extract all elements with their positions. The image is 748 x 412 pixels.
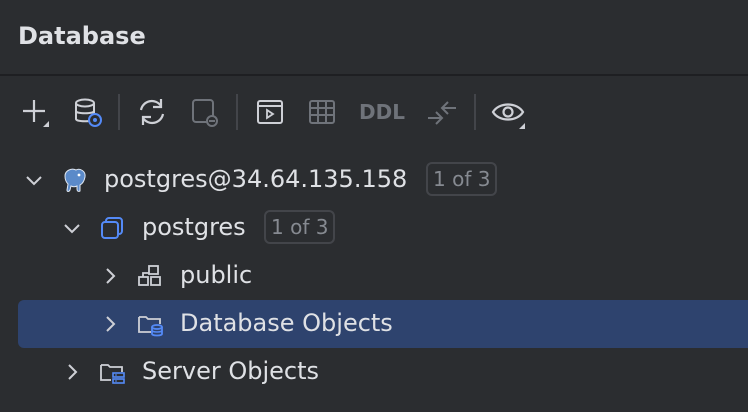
panel-title: Database bbox=[18, 22, 146, 50]
tree-item-connection[interactable]: postgres@34.64.135.158 1 of 3 bbox=[18, 156, 748, 204]
ddl-button[interactable]: DDL bbox=[356, 88, 408, 136]
tree-item-server-objects[interactable]: Server Objects bbox=[18, 348, 748, 396]
chevron-right-icon[interactable] bbox=[100, 314, 120, 334]
tree-item-database[interactable]: postgres 1 of 3 bbox=[18, 204, 748, 252]
schema-icon bbox=[138, 265, 161, 286]
folder-server-icon bbox=[100, 364, 125, 384]
database-icon bbox=[101, 217, 123, 239]
disconnect-icon bbox=[192, 99, 218, 127]
chevron-right-icon[interactable] bbox=[100, 266, 120, 286]
add-button[interactable] bbox=[14, 88, 54, 136]
toolbar: DDL bbox=[0, 88, 748, 136]
connection-label: postgres@34.64.135.158 bbox=[104, 165, 408, 193]
connection-count-badge[interactable]: 1 of 3 bbox=[426, 162, 498, 196]
data-source-properties-button[interactable] bbox=[68, 88, 108, 136]
server-objects-label: Server Objects bbox=[142, 357, 319, 385]
chevron-right-icon[interactable] bbox=[62, 362, 82, 382]
disconnect-button[interactable] bbox=[184, 88, 224, 136]
jump-to-query-console-button[interactable] bbox=[250, 88, 290, 136]
refresh-button[interactable] bbox=[132, 88, 172, 136]
database-label: postgres bbox=[142, 213, 246, 241]
database-settings-icon bbox=[75, 98, 102, 127]
compare-button[interactable] bbox=[422, 88, 462, 136]
eye-icon bbox=[491, 103, 525, 129]
add-icon bbox=[23, 100, 49, 127]
edit-data-button[interactable] bbox=[302, 88, 342, 136]
toolbar-separator bbox=[118, 94, 120, 130]
table-icon bbox=[309, 100, 335, 124]
database-objects-label: Database Objects bbox=[180, 309, 393, 337]
chevron-down-icon[interactable] bbox=[62, 218, 82, 238]
tree-item-database-objects[interactable]: Database Objects bbox=[18, 300, 748, 348]
chevron-down-icon[interactable] bbox=[24, 170, 44, 190]
view-options-button[interactable] bbox=[488, 88, 528, 136]
folder-database-icon bbox=[138, 316, 163, 337]
panel-header: Database bbox=[0, 0, 748, 76]
toolbar-separator bbox=[236, 94, 238, 130]
schema-label: public bbox=[180, 261, 253, 289]
query-console-icon bbox=[257, 100, 283, 124]
postgresql-elephant-icon bbox=[64, 168, 86, 192]
toolbar-separator bbox=[474, 94, 476, 130]
refresh-icon bbox=[139, 99, 165, 125]
database-count-badge[interactable]: 1 of 3 bbox=[264, 210, 336, 244]
compare-arrows-icon bbox=[428, 101, 456, 125]
tree-item-schema-public[interactable]: public bbox=[18, 252, 748, 300]
